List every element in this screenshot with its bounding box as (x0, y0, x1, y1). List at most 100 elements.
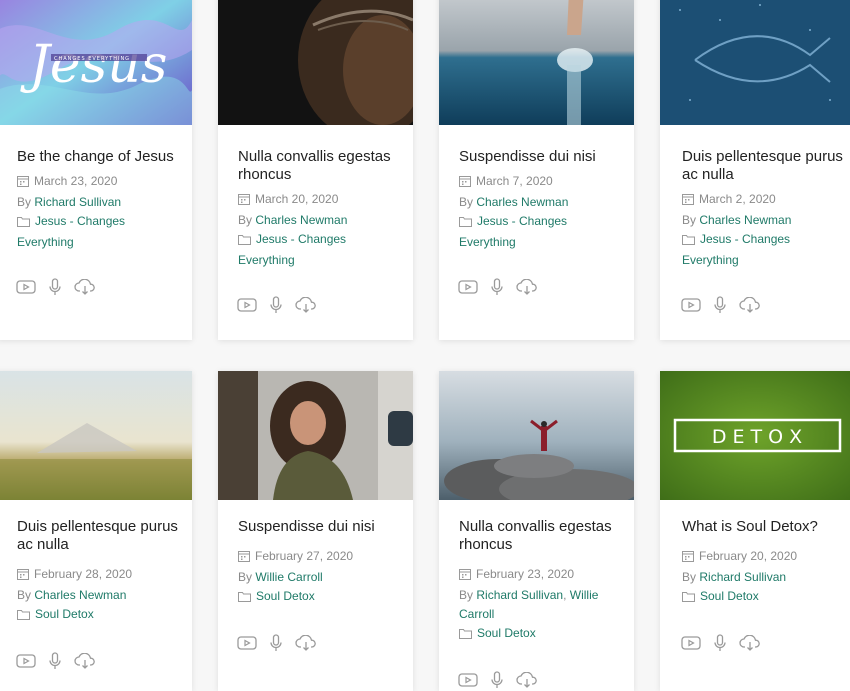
sermon-card[interactable]: Suspendisse dui nisi February 27, 2020 B… (218, 371, 413, 691)
folder-icon (459, 214, 472, 233)
sermon-card[interactable]: Duis pellentesque purus ac nulla Februar… (0, 371, 192, 691)
sermon-date: February 23, 2020 (476, 567, 575, 581)
youtube-icon[interactable] (458, 673, 478, 687)
sermon-card[interactable]: Suspendisse dui nisi March 7, 2020 By Ch… (439, 0, 634, 340)
sermon-thumbnail[interactable]: Jesus CHANGES EVERYTHING (0, 0, 192, 125)
cloud-download-icon[interactable] (295, 297, 317, 313)
cloud-download-icon[interactable] (516, 279, 538, 295)
sermon-title[interactable]: Nulla convallis egestas rhoncus (459, 518, 624, 554)
category-link[interactable]: Jesus - Changes Everything (238, 232, 346, 267)
author-row: By Charles Newman (17, 588, 127, 602)
sermon-date: March 20, 2020 (255, 192, 339, 206)
sermon-card[interactable]: Jesus CHANGES EVERYTHING Be the change o… (0, 0, 192, 340)
sermon-date: February 20, 2020 (699, 549, 798, 563)
media-actions (458, 671, 538, 689)
sermon-title[interactable]: Suspendisse dui nisi (238, 518, 403, 536)
cloud-download-icon[interactable] (739, 635, 761, 651)
sermon-title[interactable]: Duis pellentesque purus ac nulla (17, 518, 182, 554)
sermon-thumbnail[interactable] (439, 0, 634, 125)
date-row: March 20, 2020 (238, 190, 405, 211)
cloud-download-icon[interactable] (74, 653, 96, 669)
sermon-date: March 7, 2020 (476, 174, 553, 188)
sermon-title[interactable]: Suspendisse dui nisi (459, 148, 624, 166)
sermon-title[interactable]: What is Soul Detox? (682, 518, 845, 536)
media-actions (16, 652, 96, 670)
microphone-icon[interactable] (48, 652, 62, 670)
sermon-meta: February 20, 2020 By Richard Sullivan So… (682, 547, 847, 608)
sermon-thumbnail[interactable] (660, 0, 850, 125)
date-row: February 23, 2020 (459, 565, 626, 586)
cloud-download-icon[interactable] (739, 297, 761, 313)
author-link[interactable]: Charles Newman (255, 213, 347, 227)
author-link[interactable]: Richard Sullivan (699, 570, 786, 584)
sermon-thumbnail[interactable] (218, 0, 413, 125)
calendar-icon (238, 192, 250, 211)
folder-icon (238, 589, 251, 608)
category-link[interactable]: Jesus - Changes Everything (17, 214, 125, 249)
media-actions (458, 278, 538, 296)
cloud-download-icon[interactable] (516, 672, 538, 688)
sermon-thumbnail[interactable] (0, 371, 192, 500)
category-link[interactable]: Soul Detox (477, 626, 536, 640)
category-row: Jesus - Changes Everything (238, 230, 405, 270)
youtube-icon[interactable] (16, 654, 36, 668)
thumb-logo-text: Jesus (20, 35, 167, 95)
author-row: By Willie Carroll (238, 570, 323, 584)
svg-text:CHANGES EVERYTHING: CHANGES EVERYTHING (54, 56, 130, 62)
author-link[interactable]: Willie Carroll (255, 570, 322, 584)
author-link[interactable]: Richard Sullivan (34, 195, 121, 209)
category-link[interactable]: Soul Detox (35, 607, 94, 621)
media-actions (237, 634, 317, 652)
category-link[interactable]: Soul Detox (256, 589, 315, 603)
media-actions (681, 296, 761, 314)
calendar-icon (682, 549, 694, 568)
category-row: Soul Detox (682, 587, 847, 608)
cloud-download-icon[interactable] (74, 279, 96, 295)
category-row: Soul Detox (17, 605, 184, 626)
author-row: By Charles Newman (682, 213, 792, 227)
youtube-icon[interactable] (458, 280, 478, 294)
sermon-thumbnail[interactable]: D E T O X (660, 371, 850, 500)
sermon-card[interactable]: Nulla convallis egestas rhoncus March 20… (218, 0, 413, 340)
author-link[interactable]: Richard Sullivan (476, 588, 563, 602)
microphone-icon[interactable] (490, 671, 504, 689)
folder-icon (238, 232, 251, 251)
microphone-icon[interactable] (48, 278, 62, 296)
calendar-icon (459, 174, 471, 193)
sermon-card[interactable]: Duis pellentesque purus ac nulla March 2… (660, 0, 850, 340)
calendar-icon (459, 567, 471, 586)
sermon-title[interactable]: Nulla convallis egestas rhoncus (238, 148, 403, 184)
microphone-icon[interactable] (269, 296, 283, 314)
microphone-icon[interactable] (713, 296, 727, 314)
youtube-icon[interactable] (237, 636, 257, 650)
youtube-icon[interactable] (16, 280, 36, 294)
youtube-icon[interactable] (681, 298, 701, 312)
sermon-meta: February 23, 2020 By Richard Sullivan, W… (459, 565, 626, 645)
category-link[interactable]: Jesus - Changes Everything (459, 214, 567, 249)
youtube-icon[interactable] (681, 636, 701, 650)
author-link[interactable]: Charles Newman (699, 213, 791, 227)
microphone-icon[interactable] (490, 278, 504, 296)
author-row: By Charles Newman (238, 213, 348, 227)
microphone-icon[interactable] (713, 634, 727, 652)
sermon-card[interactable]: Nulla convallis egestas rhoncus February… (439, 371, 634, 691)
sermon-card[interactable]: D E T O X What is Soul Detox? February 2… (660, 371, 850, 691)
sermon-title[interactable]: Be the change of Jesus (17, 148, 182, 166)
date-row: March 2, 2020 (682, 190, 847, 211)
svg-text:D E T O X: D E T O X (712, 426, 802, 448)
sermon-title[interactable]: Duis pellentesque purus ac nulla (682, 148, 845, 184)
sermon-date: February 27, 2020 (255, 549, 354, 563)
cloud-download-icon[interactable] (295, 635, 317, 651)
author-link[interactable]: Charles Newman (34, 588, 126, 602)
category-link[interactable]: Soul Detox (700, 589, 759, 603)
author-link[interactable]: Charles Newman (476, 195, 568, 209)
sermon-thumbnail[interactable] (439, 371, 634, 500)
sermon-meta: March 2, 2020 By Charles Newman Jesus - … (682, 190, 847, 270)
sermon-date: February 28, 2020 (34, 567, 133, 581)
category-link[interactable]: Jesus - Changes Everything (682, 232, 790, 267)
sermon-meta: February 28, 2020 By Charles Newman Soul… (17, 565, 184, 626)
calendar-icon (17, 174, 29, 193)
youtube-icon[interactable] (237, 298, 257, 312)
microphone-icon[interactable] (269, 634, 283, 652)
sermon-thumbnail[interactable] (218, 371, 413, 500)
